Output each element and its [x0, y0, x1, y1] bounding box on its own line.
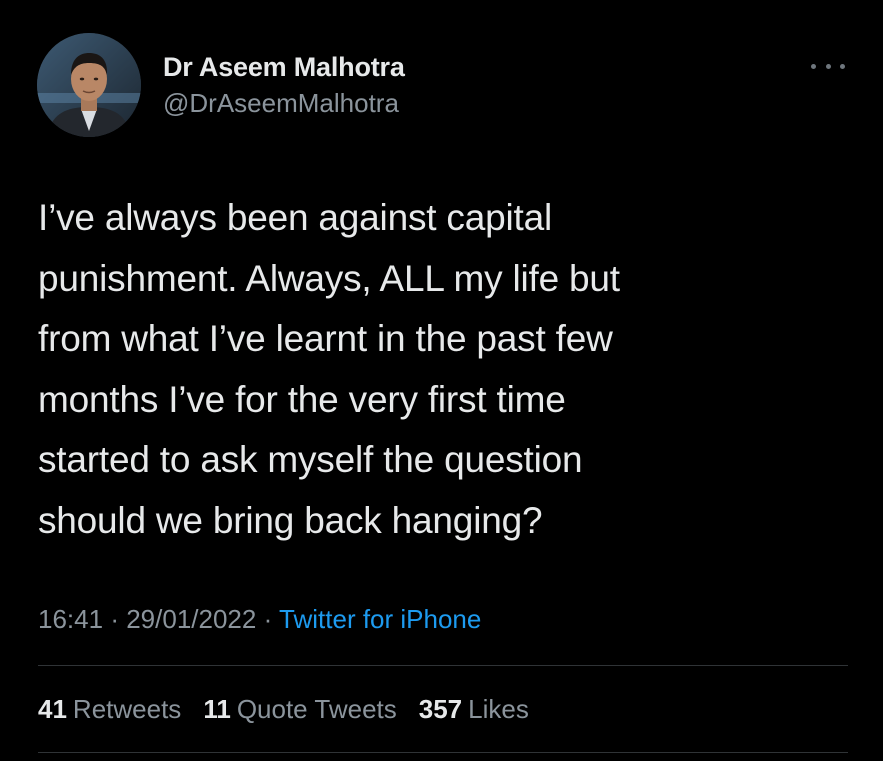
- retweets-stat[interactable]: 41 Retweets: [38, 694, 181, 725]
- quote-tweets-stat[interactable]: 11 Quote Tweets: [203, 694, 396, 725]
- avatar[interactable]: [37, 33, 141, 137]
- more-dot: [840, 63, 845, 69]
- retweets-count: 41: [38, 694, 67, 724]
- more-dot: [811, 63, 816, 69]
- retweets-label: Retweets: [72, 694, 182, 724]
- tweet-date[interactable]: 29/01/2022: [126, 604, 256, 634]
- tweet-meta: 16:41 · 29/01/2022 · Twitter for iPhone: [38, 604, 481, 635]
- quote-tweets-label: Quote Tweets: [236, 694, 397, 724]
- tweet-text: I’ve always been against capital punishm…: [38, 197, 620, 541]
- avatar-image: [37, 33, 141, 137]
- likes-stat[interactable]: 357 Likes: [419, 694, 529, 725]
- meta-separator: ·: [110, 604, 119, 634]
- divider: [38, 752, 848, 753]
- tweet: Dr Aseem Malhotra @DrAseemMalhotra I’ve …: [0, 0, 883, 761]
- author-handle[interactable]: @DrAseemMalhotra: [163, 88, 399, 119]
- tweet-stats: 41 Retweets 11 Quote Tweets 357 Likes: [38, 694, 529, 725]
- more-dot: [825, 63, 831, 69]
- author-name[interactable]: Dr Aseem Malhotra: [163, 52, 405, 83]
- meta-separator: ·: [263, 604, 273, 634]
- tweet-source-link[interactable]: Twitter for iPhone: [279, 604, 481, 634]
- tweet-time[interactable]: 16:41: [38, 604, 103, 634]
- quote-tweets-count: 11: [203, 694, 231, 724]
- likes-count: 357: [418, 694, 463, 724]
- likes-label: Likes: [468, 694, 529, 724]
- more-icon[interactable]: [811, 56, 845, 76]
- divider: [38, 665, 848, 666]
